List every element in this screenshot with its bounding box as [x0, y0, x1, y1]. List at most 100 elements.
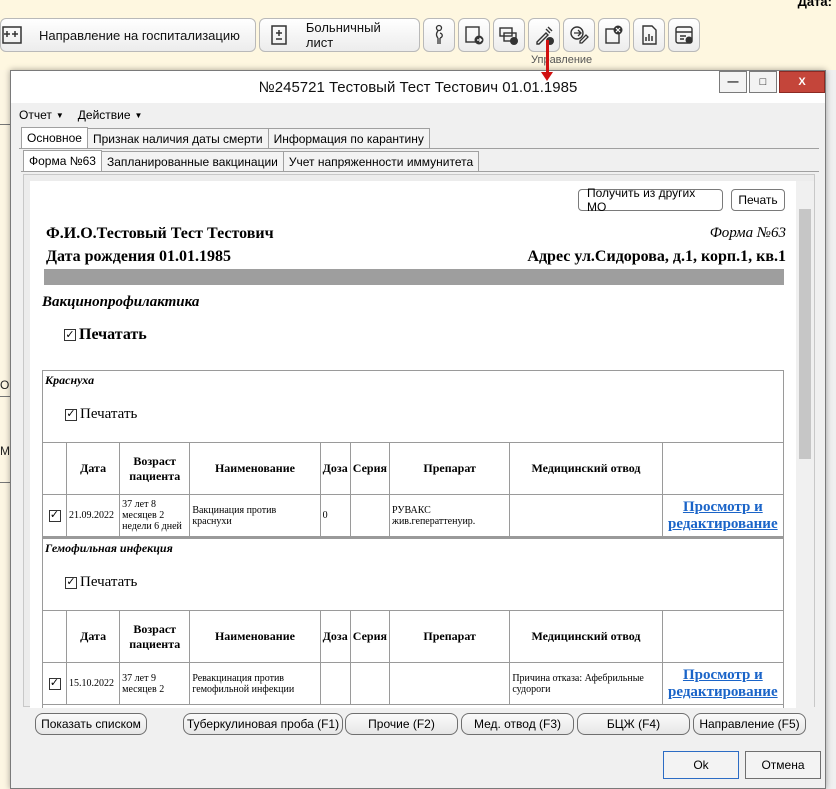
cell-age: 37 лет 9 месяцев 2: [119, 662, 191, 705]
hemophilus-section-title: Гемофильная инфекция: [45, 541, 173, 555]
window-title: №245721 Тестовый Тест Тестович 01.01.198…: [258, 78, 578, 96]
table-row: ✓ 21.09.2022 37 лет 8 месяцев 2 недели 6…: [41, 494, 785, 537]
ok-button[interactable]: Ok: [663, 751, 739, 779]
vertical-scrollbar[interactable]: [796, 181, 814, 708]
cell-drug: РУВАКС жив.геператтенуир.: [389, 494, 511, 537]
cancel-button[interactable]: Отмена: [745, 751, 821, 779]
cell-series: [349, 494, 391, 537]
background-divider: [0, 482, 10, 483]
cell-actions: Просмотр и редактирование: [661, 662, 785, 705]
view-edit-link[interactable]: Просмотр и редактирование: [668, 499, 778, 532]
sick-leave-button[interactable]: Больничный лист: [259, 18, 420, 52]
annotation-arrow: [546, 40, 549, 76]
document-export-icon: [463, 24, 485, 46]
bcg-button[interactable]: БЦЖ (F4): [577, 713, 690, 735]
column-header-dose: Доза: [319, 442, 351, 495]
cell-name: Вакцинация против краснухи: [189, 494, 321, 537]
tab-immunity-tension[interactable]: Учет напряженности иммунитета: [282, 151, 480, 171]
sub-tabs: Форма №63 Запланированные вакцинации Уче…: [23, 150, 480, 172]
cancel-document-icon: [603, 24, 625, 46]
report-chart-button[interactable]: [633, 18, 665, 52]
med-exemption-button[interactable]: Мед. отвод (F3): [461, 713, 574, 735]
sick-leave-icon: [268, 24, 290, 46]
menubar: Отчет ▼ Действие ▼: [17, 105, 144, 125]
column-header-dose: Доза: [319, 610, 351, 663]
print-all-checkbox[interactable]: ✓: [64, 329, 76, 341]
rubella-table: Дата Возраст пациента Наименование Доза …: [41, 442, 785, 537]
referral-button[interactable]: Направление (F5): [693, 713, 806, 735]
document-transfer-icon: [498, 24, 520, 46]
menu-report[interactable]: Отчет ▼: [17, 105, 66, 125]
cell-date: 15.10.2022: [66, 662, 121, 705]
row-select-cell: ✓: [41, 662, 68, 705]
cell-date: 21.09.2022: [66, 494, 121, 537]
column-header-med-exemption: Медицинский отвод: [509, 610, 663, 663]
cancel-document-button[interactable]: [598, 18, 630, 52]
row-select-checkbox[interactable]: ✓: [48, 509, 61, 522]
hospitalization-button[interactable]: Направление на госпитализацию: [0, 18, 256, 52]
sick-leave-label: Больничный лист: [305, 20, 381, 50]
minimize-button[interactable]: —: [719, 71, 747, 93]
rubella-print-checkbox[interactable]: ✓: [65, 408, 77, 421]
cell-dose: [319, 662, 351, 705]
column-header-series: Серия: [349, 442, 391, 495]
hemophilus-print-label: Печатать: [80, 574, 138, 590]
patient-fio: Ф.И.О.Тестовый Тест Тестович: [46, 225, 274, 242]
tab-death-date[interactable]: Признак наличия даты смерти: [86, 128, 269, 148]
table-row: ✓ 15.10.2022 37 лет 9 месяцев 2 Ревакцин…: [41, 662, 785, 705]
vaccination-button[interactable]: [528, 18, 560, 52]
tuberculin-test-button[interactable]: Туберкулиновая проба (F1): [183, 713, 343, 735]
chevron-down-icon: ▼: [134, 110, 143, 120]
window-titlebar[interactable]: №245721 Тестовый Тест Тестович 01.01.198…: [11, 71, 825, 103]
cell-name: Ревакцинация против гемофильной инфекции: [189, 662, 321, 705]
scrollbar-thumb[interactable]: [799, 209, 811, 459]
section-heading: Вакцинопрофилактика: [42, 294, 200, 310]
show-list-button[interactable]: Показать списком: [35, 713, 147, 735]
form-panel: Получить из других МО Печать Ф.И.О.Тесто…: [23, 174, 815, 708]
prescription-button[interactable]: [563, 18, 595, 52]
rubella-print-row: ✓ Печатать: [65, 406, 137, 423]
tab-planned-vaccinations[interactable]: Запланированные вакцинации: [100, 151, 284, 171]
vaccination-icon: [533, 24, 555, 46]
view-edit-link[interactable]: Просмотр и редактирование: [668, 667, 778, 700]
tab-main[interactable]: Основное: [21, 127, 88, 149]
cell-series: [349, 662, 391, 705]
maximize-button[interactable]: □: [749, 71, 777, 93]
report-chart-icon: [638, 24, 660, 46]
cell-drug: [389, 662, 511, 705]
column-header-age: Возраст пациента: [119, 442, 191, 495]
separator-bar: [44, 269, 784, 285]
other-button[interactable]: Прочие (F2): [345, 713, 458, 735]
column-header-date: Дата: [66, 442, 121, 495]
document-export-button[interactable]: [458, 18, 490, 52]
schedule-icon: [673, 24, 695, 46]
prescription-icon: [568, 24, 590, 46]
menu-action-label: Действие: [77, 108, 131, 122]
hemophilus-print-checkbox[interactable]: ✓: [65, 576, 77, 589]
column-header-name: Наименование: [189, 442, 321, 495]
hemophilus-table: Дата Возраст пациента Наименование Доза …: [41, 610, 785, 705]
pregnancy-icon: [428, 24, 450, 46]
close-button[interactable]: X: [779, 71, 825, 93]
menu-action[interactable]: Действие ▼: [76, 105, 145, 125]
print-button[interactable]: Печать: [731, 189, 785, 211]
cell-med-exemption: [509, 494, 663, 537]
tab-form-63[interactable]: Форма №63: [23, 150, 102, 172]
row-select-checkbox[interactable]: ✓: [48, 677, 61, 690]
vaccination-card-window: №245721 Тестовый Тест Тестович 01.01.198…: [10, 70, 826, 789]
get-from-other-mo-button[interactable]: Получить из других МО: [578, 186, 723, 214]
hemophilus-section: Гемофильная инфекция ✓ Печатать Дата Воз…: [41, 538, 785, 708]
tab-quarantine[interactable]: Информация по карантину: [267, 128, 430, 148]
rubella-print-label: Печатать: [80, 406, 138, 422]
background-divider: [0, 396, 10, 397]
cell-age: 37 лет 8 месяцев 2 недели 6 дней: [119, 494, 191, 537]
pregnancy-button[interactable]: [423, 18, 455, 52]
toolbar-tooltip: Управление: [531, 54, 593, 66]
document-transfer-button[interactable]: [493, 18, 525, 52]
print-all-checkbox-row: ✓ Печатать: [64, 326, 147, 344]
schedule-button[interactable]: [668, 18, 700, 52]
close-icon: X: [798, 76, 806, 88]
annotation-arrow-head: [541, 72, 553, 81]
column-header-select: [41, 610, 68, 663]
menu-report-label: Отчет: [19, 108, 52, 122]
